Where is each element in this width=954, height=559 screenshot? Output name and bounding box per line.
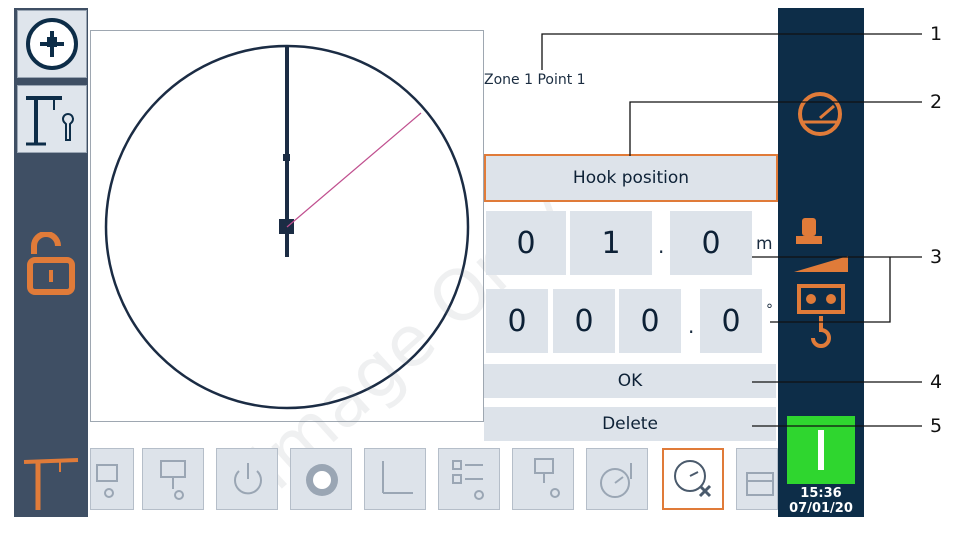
callout-3: 3 xyxy=(930,246,943,268)
callout-5: 5 xyxy=(930,415,943,437)
callout-2: 2 xyxy=(930,91,943,113)
callout-1: 1 xyxy=(930,23,943,45)
callout-4: 4 xyxy=(930,371,943,393)
callout-lines xyxy=(541,33,922,427)
